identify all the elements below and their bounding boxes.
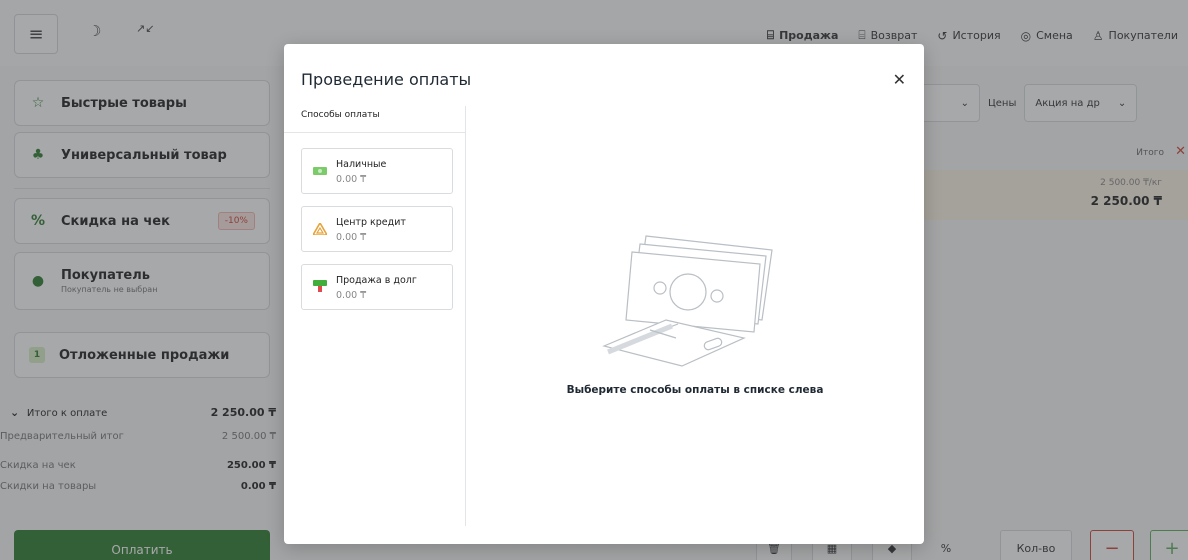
payment-modal: Проведение оплаты ✕ Способы оплаты Налич… <box>284 44 924 544</box>
payment-methods-header: Способы оплаты <box>301 110 380 120</box>
debt-icon <box>313 280 327 292</box>
empty-state-message: Выберите способы оплаты в списке слева <box>566 384 824 396</box>
payment-method-center-credit[interactable]: Центр кредит 0.00 ₸ <box>301 206 453 252</box>
divider <box>284 132 465 133</box>
payment-method-amount: 0.00 ₸ <box>336 232 367 243</box>
payment-method-cash[interactable]: Наличные 0.00 ₸ <box>301 148 453 194</box>
payment-method-amount: 0.00 ₸ <box>336 290 367 301</box>
payment-method-amount: 0.00 ₸ <box>336 174 367 185</box>
payment-method-debt[interactable]: Продажа в долг 0.00 ₸ <box>301 264 453 310</box>
close-icon[interactable]: ✕ <box>893 70 906 89</box>
cash-icon <box>313 167 327 175</box>
payment-method-name: Центр кредит <box>336 217 406 228</box>
money-card-illustration-icon <box>602 235 773 367</box>
payment-method-name: Наличные <box>336 159 387 170</box>
modal-title: Проведение оплаты <box>301 70 472 89</box>
divider <box>465 106 466 526</box>
bank-triangle-icon <box>313 223 327 235</box>
payment-method-name: Продажа в долг <box>336 275 417 286</box>
